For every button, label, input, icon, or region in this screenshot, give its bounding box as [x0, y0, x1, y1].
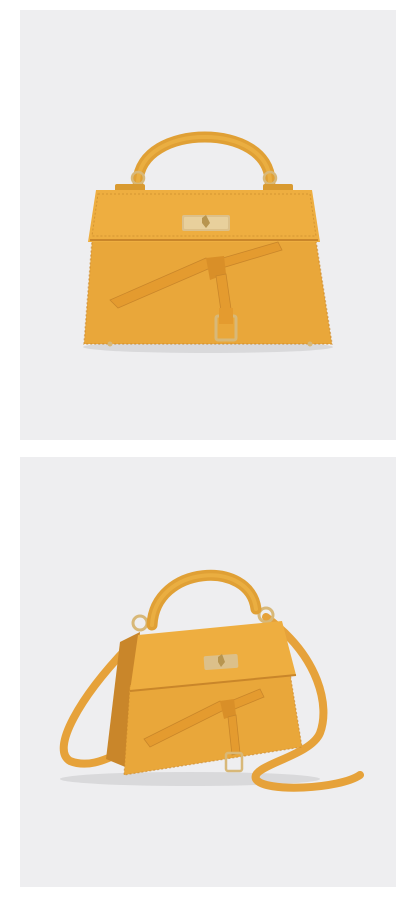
product-photo-angled [20, 457, 396, 887]
bag-foot-right [307, 341, 313, 347]
handbag-front-illustration [83, 131, 333, 353]
product-gallery [0, 0, 416, 897]
handbag-angled-illustration [59, 569, 364, 792]
bag-body [84, 241, 332, 344]
strap-clasp-left [131, 614, 149, 632]
top-handle [132, 131, 276, 188]
product-photo-front [20, 10, 396, 440]
bag-foot-left [107, 341, 113, 347]
